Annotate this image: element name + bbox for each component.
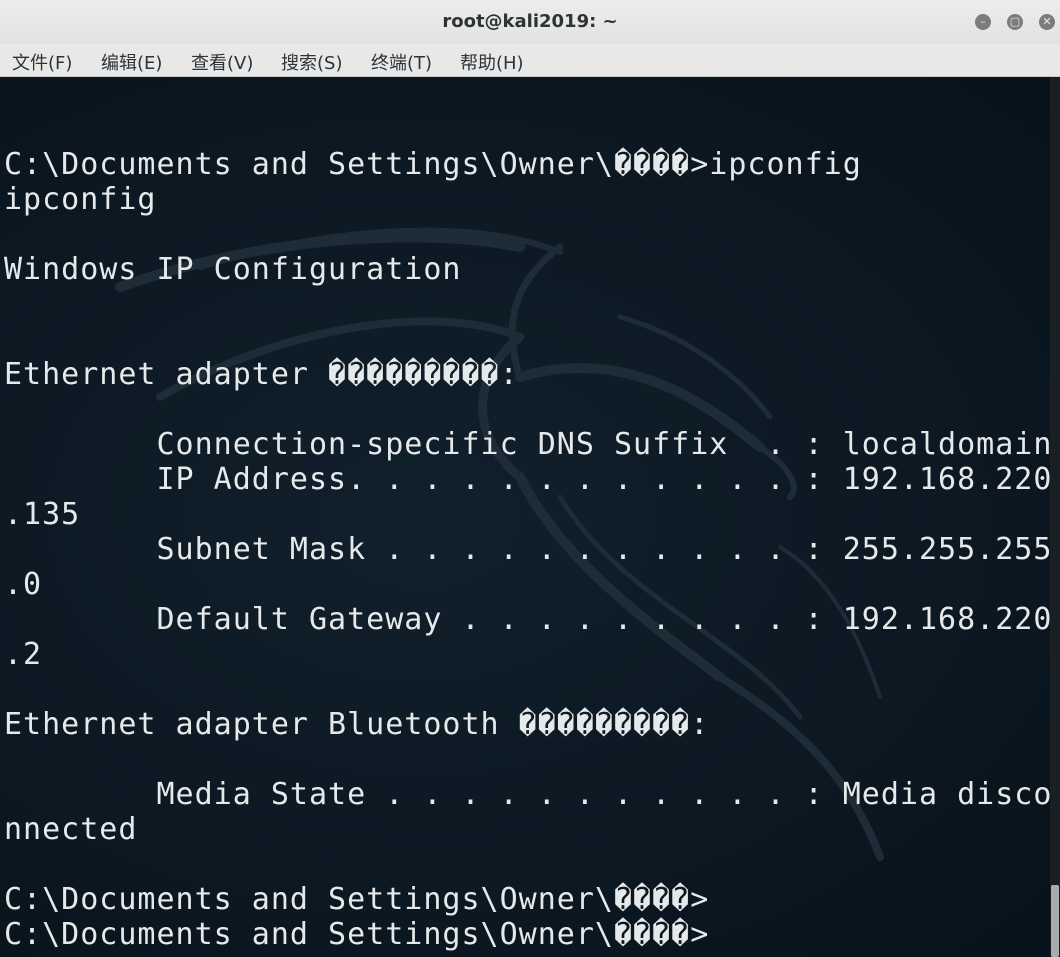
menu-view[interactable]: 查看(V)	[191, 49, 253, 75]
kali-dragon-watermark	[115, 227, 884, 861]
title-bar[interactable]: root@kali2019: ~ – ▢ ✕	[0, 0, 1060, 45]
terminal-line: C:\Documents and Settings\Owner\����>	[4, 882, 710, 917]
terminal-line: C:\Documents and Settings\Owner\����>ipc…	[4, 147, 862, 182]
terminal-line: Windows IP Configuration	[4, 252, 462, 287]
terminal-line: Connection-specific DNS Suffix . : local…	[4, 427, 1050, 462]
terminal-line: .2	[4, 637, 43, 672]
terminal-line: ipconfig	[4, 182, 157, 217]
terminal-line: Default Gateway . . . . . . . . . : 192.…	[4, 602, 1050, 637]
terminal-line: C:\Documents and Settings\Owner\����>	[4, 917, 710, 952]
menu-edit[interactable]: 编辑(E)	[101, 49, 162, 75]
terminal-line: IP Address. . . . . . . . . . . . : 192.…	[4, 462, 1050, 497]
terminal-line: nnected	[4, 812, 138, 847]
terminal-line: .0	[4, 567, 43, 602]
maximize-button[interactable]: ▢	[1007, 14, 1023, 30]
terminal-line: Ethernet adapter Bluetooth ���������:	[4, 707, 710, 742]
terminal-window: root@kali2019: ~ – ▢ ✕ 文件(F) 编辑(E) 查看(V)…	[0, 0, 1060, 957]
window-title: root@kali2019: ~	[442, 11, 618, 32]
terminal-line: Media State . . . . . . . . . . . : Medi…	[4, 777, 1050, 812]
menu-file[interactable]: 文件(F)	[12, 49, 72, 75]
menu-terminal[interactable]: 终端(T)	[371, 49, 432, 75]
terminal-line: Subnet Mask . . . . . . . . . . . : 255.…	[4, 532, 1050, 567]
terminal-output[interactable]: C:\Documents and Settings\Owner\����> ipc…	[0, 77, 1050, 957]
menu-search[interactable]: 搜索(S)	[281, 49, 342, 75]
terminal-line: .135	[4, 497, 81, 532]
minimize-button[interactable]: –	[975, 14, 991, 30]
terminal-line: Ethernet adapter ���������:	[4, 357, 519, 392]
menu-bar: 文件(F) 编辑(E) 查看(V) 搜索(S) 终端(T) 帮助(H)	[0, 44, 1060, 77]
menu-help[interactable]: 帮助(H)	[460, 49, 524, 75]
close-button[interactable]: ✕	[1039, 14, 1055, 30]
scrollbar-thumb[interactable]	[1051, 885, 1059, 957]
vertical-scrollbar[interactable]	[1050, 77, 1060, 957]
